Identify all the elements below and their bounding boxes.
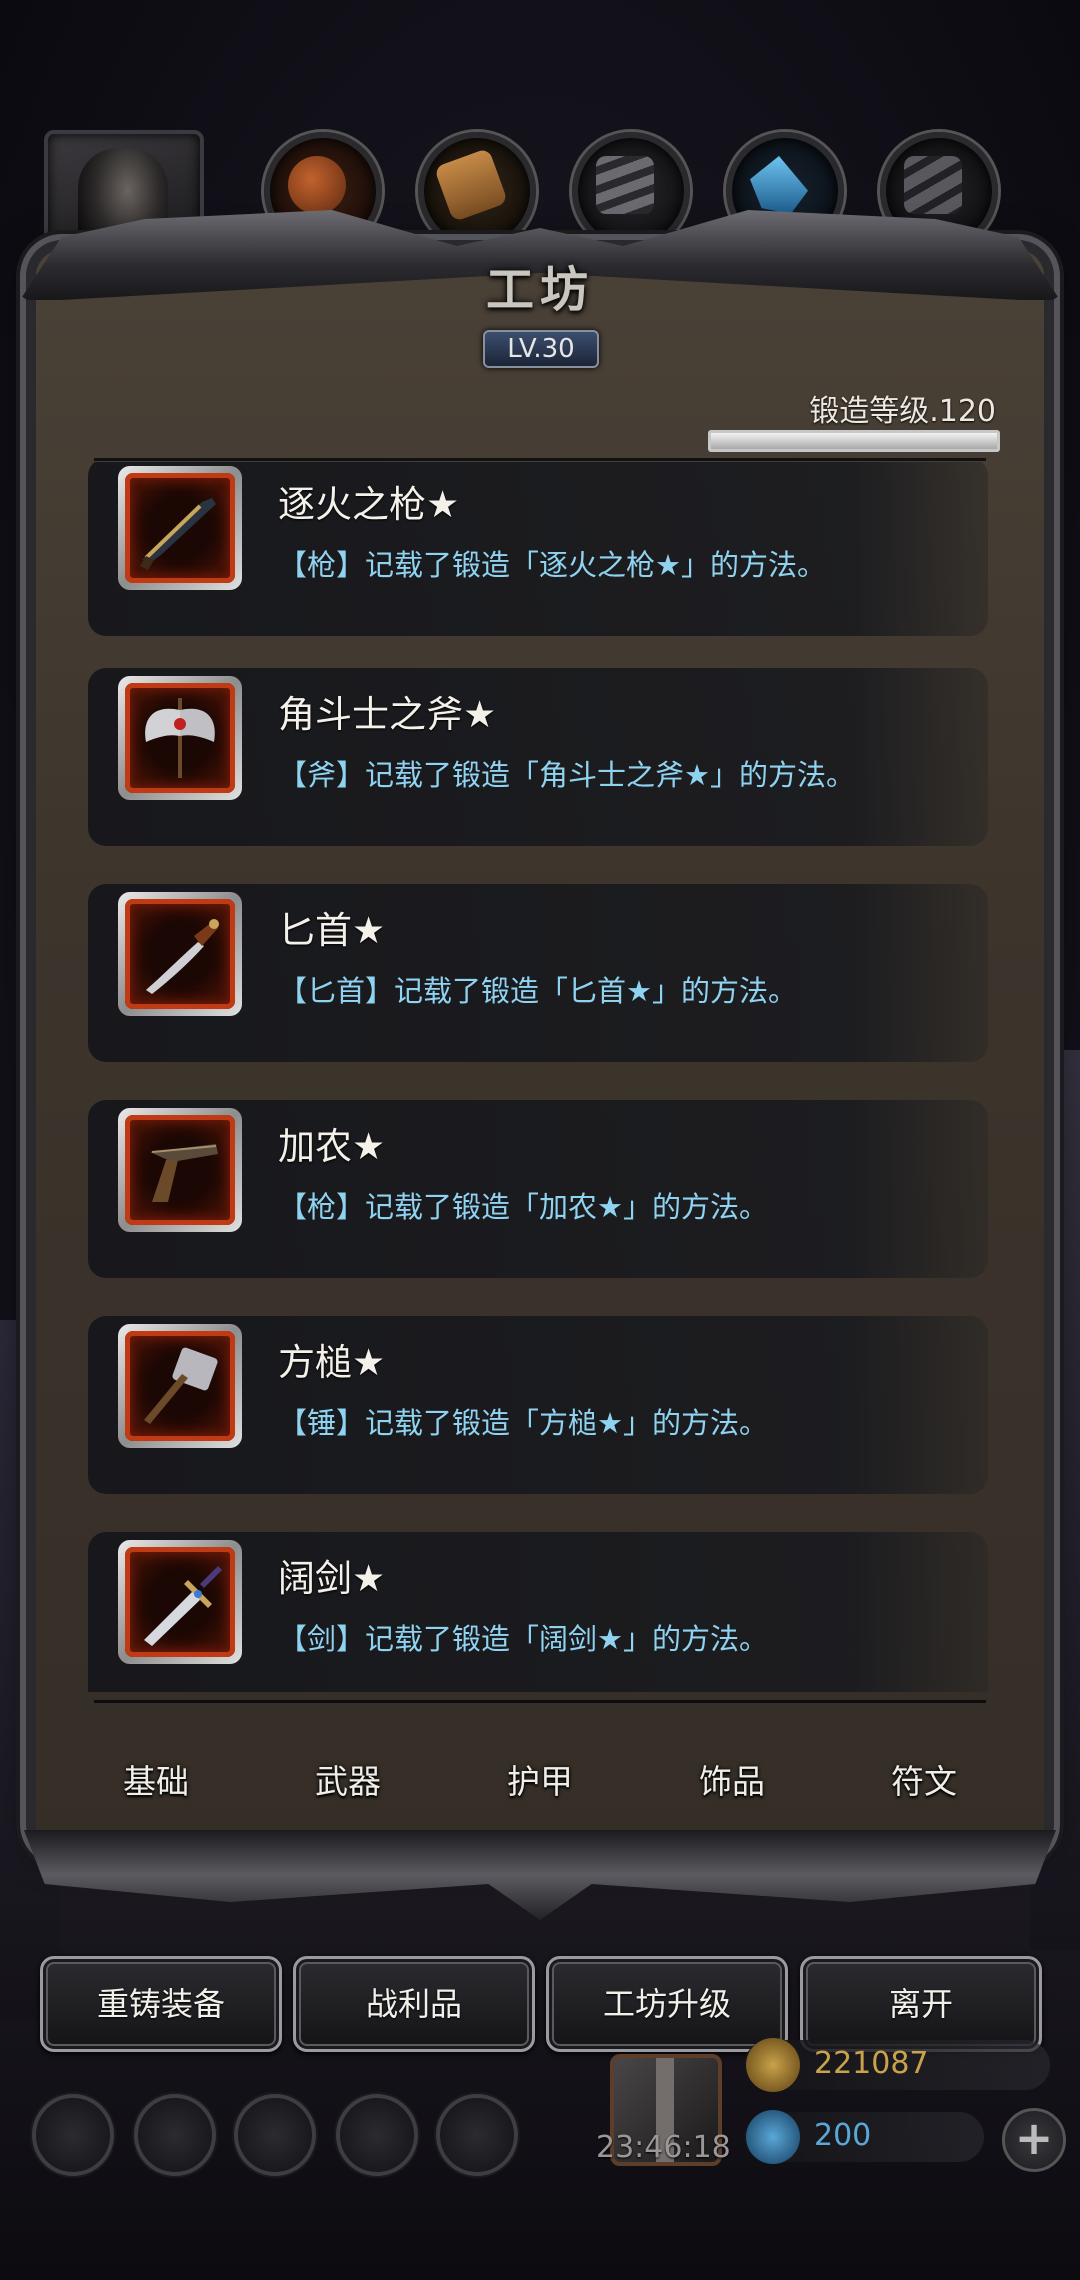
recipe-icon-frame: [118, 1324, 242, 1448]
achievement-icon[interactable]: [134, 2094, 216, 2176]
recipe-name: 阔剑★: [278, 1557, 386, 1600]
divider: [94, 1700, 986, 1703]
tab-accessories[interactable]: 饰品: [636, 1722, 828, 1842]
tab-basic[interactable]: 基础: [60, 1722, 252, 1842]
ranking-icon[interactable]: [234, 2094, 316, 2176]
add-currency-button[interactable]: +: [1002, 2108, 1066, 2172]
level-badge: LV.30: [483, 330, 599, 368]
gem-amount: 200: [814, 2118, 872, 2153]
list-item[interactable]: 匕首★ 【匕首】记载了锻造「匕首★」的方法。: [88, 884, 988, 1062]
gem-icon: [746, 2110, 800, 2164]
wood-icon[interactable]: [418, 132, 536, 250]
reforge-equipment-button[interactable]: 重铸装备: [40, 1956, 282, 2052]
recipe-description: 【锤】记载了锻造「方槌★」的方法。: [278, 1406, 768, 1440]
recipe-name: 逐火之枪★: [278, 483, 460, 526]
recipe-name: 匕首★: [278, 909, 386, 952]
tab-weapons[interactable]: 武器: [252, 1722, 444, 1842]
forge-level-label: 锻造等级.120: [809, 394, 996, 429]
recipe-description: 【剑】记载了锻造「阔剑★」的方法。: [278, 1622, 768, 1656]
pistol-icon: [150, 1144, 218, 1202]
forge-level-progress-bar: [708, 430, 1000, 452]
action-bar: 重铸装备 战利品 工坊升级 离开: [40, 1956, 1042, 2052]
musket-icon: [140, 498, 216, 570]
list-item[interactable]: 角斗士之斧★ 【斧】记载了锻造「角斗士之斧★」的方法。: [88, 668, 988, 846]
leave-button[interactable]: 离开: [800, 1956, 1042, 2052]
recipe-icon-frame: [118, 676, 242, 800]
gold-icon: [746, 2038, 800, 2092]
forge-level-progress-fill: [711, 433, 997, 449]
recipe-description: 【枪】记载了锻造「逐火之枪★」的方法。: [278, 548, 826, 582]
gift-timer: 23:46:18: [596, 2130, 731, 2165]
recipe-description: 【枪】记载了锻造「加农★」的方法。: [278, 1190, 768, 1224]
tab-armor[interactable]: 护甲: [444, 1722, 636, 1842]
recipe-icon-frame: [118, 1108, 242, 1232]
list-item[interactable]: 阔剑★ 【剑】记载了锻造「阔剑★」的方法。: [88, 1532, 988, 1692]
recipe-description: 【匕首】记载了锻造「匕首★」的方法。: [278, 974, 797, 1008]
dagger-icon: [146, 919, 219, 994]
recipe-icon-frame: [118, 466, 242, 590]
hammer-icon: [144, 1347, 218, 1424]
recipe-list[interactable]: 逐火之枪★ 【枪】记载了锻造「逐火之枪★」的方法。 角斗士之斧★ 【斧】记载了锻…: [88, 462, 992, 1692]
gem-currency: 200: [744, 2110, 984, 2164]
recipe-name: 角斗士之斧★: [278, 693, 497, 736]
list-item[interactable]: 方槌★ 【锤】记载了锻造「方槌★」的方法。: [88, 1316, 988, 1494]
recipe-icon-frame: [118, 892, 242, 1016]
gold-currency: 221087: [744, 2038, 1050, 2092]
settings-icon[interactable]: [32, 2094, 114, 2176]
page-title: 工坊: [485, 262, 594, 318]
loot-button[interactable]: 战利品: [293, 1956, 535, 2052]
shop-icon[interactable]: [436, 2094, 518, 2176]
list-item[interactable]: 逐火之枪★ 【枪】记载了锻造「逐火之枪★」的方法。: [88, 462, 988, 636]
battle-axe-icon: [145, 698, 215, 778]
mail-icon[interactable]: [336, 2094, 418, 2176]
category-tabs: 基础 武器 护甲 饰品 符文: [60, 1722, 1020, 1842]
gold-amount: 221087: [814, 2046, 929, 2081]
divider: [94, 458, 986, 461]
recipe-icon-frame: [118, 1540, 242, 1664]
tab-runes[interactable]: 符文: [828, 1722, 1020, 1842]
broadsword-icon: [144, 1566, 222, 1646]
workshop-upgrade-button[interactable]: 工坊升级: [546, 1956, 788, 2052]
recipe-name: 加农★: [278, 1125, 386, 1168]
list-item[interactable]: 加农★ 【枪】记载了锻造「加农★」的方法。: [88, 1100, 988, 1278]
recipe-name: 方槌★: [278, 1341, 386, 1384]
recipe-description: 【斧】记载了锻造「角斗士之斧★」的方法。: [278, 758, 855, 792]
